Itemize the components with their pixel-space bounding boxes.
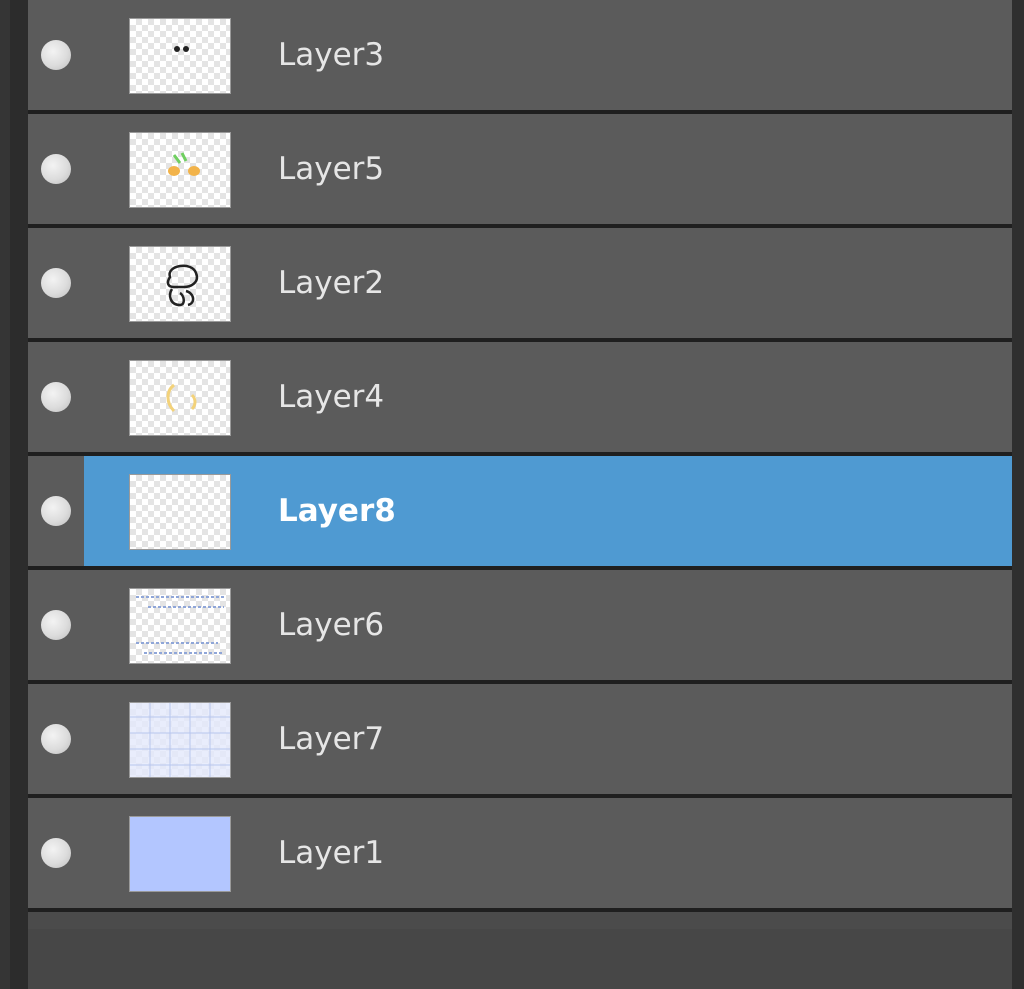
- layer-thumbnail: [129, 816, 231, 892]
- layer-row-layer5[interactable]: Layer5: [28, 114, 1012, 228]
- layer-name: Layer7: [278, 721, 385, 757]
- left-scrollbar-track[interactable]: [10, 0, 28, 989]
- layer-thumbnail: [129, 702, 231, 778]
- visibility-toggle-icon[interactable]: [41, 268, 71, 298]
- layer-name: Layer1: [278, 835, 385, 871]
- layer-row-layer1[interactable]: Layer1: [28, 798, 1012, 912]
- layer-row-layer8[interactable]: Layer8: [28, 456, 1012, 570]
- layer-name: Layer3: [278, 37, 385, 73]
- layer-row-layer3[interactable]: Layer3: [28, 0, 1012, 114]
- character-lineart-icon: [166, 264, 199, 307]
- light-blue-pattern-icon: [130, 703, 230, 777]
- layer-row-layer6[interactable]: Layer6: [28, 570, 1012, 684]
- layer-thumbnail: [129, 18, 231, 94]
- layers-panel: Layer3 Layer5 Layer2 Layer4 Layer8 Layer…: [28, 0, 1012, 989]
- visibility-column: [28, 570, 84, 680]
- visibility-column: [28, 798, 84, 908]
- yellow-strokes-icon: [166, 383, 197, 413]
- layer-row-content[interactable]: Layer3: [84, 0, 1012, 110]
- visibility-toggle-icon[interactable]: [41, 724, 71, 754]
- layer-name: Layer5: [278, 151, 385, 187]
- visibility-column: [28, 0, 84, 110]
- layer-thumbnail: [129, 132, 231, 208]
- layer-row-layer7[interactable]: Layer7: [28, 684, 1012, 798]
- right-scrollbar-track[interactable]: [1012, 0, 1024, 989]
- layer-thumbnail: [129, 588, 231, 664]
- layer-row-layer2[interactable]: Layer2: [28, 228, 1012, 342]
- layer-thumbnail: [129, 246, 231, 322]
- layer-row-layer4[interactable]: Layer4: [28, 342, 1012, 456]
- visibility-toggle-icon[interactable]: [41, 382, 71, 412]
- layer-thumbnail: [129, 360, 231, 436]
- visibility-column: [28, 684, 84, 794]
- visibility-column: [28, 228, 84, 338]
- orange-green-marks-icon: [168, 152, 200, 176]
- layer-row-content[interactable]: Layer5: [84, 114, 1012, 224]
- layers-window: Layer3 Layer5 Layer2 Layer4 Layer8 Layer…: [0, 0, 1024, 989]
- visibility-toggle-icon[interactable]: [41, 40, 71, 70]
- visibility-toggle-icon[interactable]: [41, 154, 71, 184]
- visibility-column: [28, 342, 84, 452]
- visibility-column: [28, 114, 84, 224]
- visibility-toggle-icon[interactable]: [41, 838, 71, 868]
- layer-row-content[interactable]: Layer2: [84, 228, 1012, 338]
- visibility-column: [28, 456, 84, 566]
- layer-row-content[interactable]: Layer1: [84, 798, 1012, 908]
- visibility-toggle-icon[interactable]: [41, 610, 71, 640]
- left-border: [0, 0, 10, 989]
- layer-name: Layer2: [278, 265, 385, 301]
- blue-text-lines-icon: [136, 596, 224, 654]
- layer-row-content[interactable]: Layer4: [84, 342, 1012, 452]
- layer-row-content[interactable]: Layer7: [84, 684, 1012, 794]
- eyes-dots-icon: [174, 46, 189, 52]
- layer-row-content[interactable]: Layer8: [84, 456, 1012, 566]
- layer-name: Layer4: [278, 379, 385, 415]
- layer-name: Layer8: [278, 493, 396, 529]
- visibility-toggle-icon[interactable]: [41, 496, 71, 526]
- layer-thumbnail: [129, 474, 231, 550]
- layers-panel-empty-area: [28, 929, 1012, 989]
- layer-row-content[interactable]: Layer6: [84, 570, 1012, 680]
- layer-name: Layer6: [278, 607, 385, 643]
